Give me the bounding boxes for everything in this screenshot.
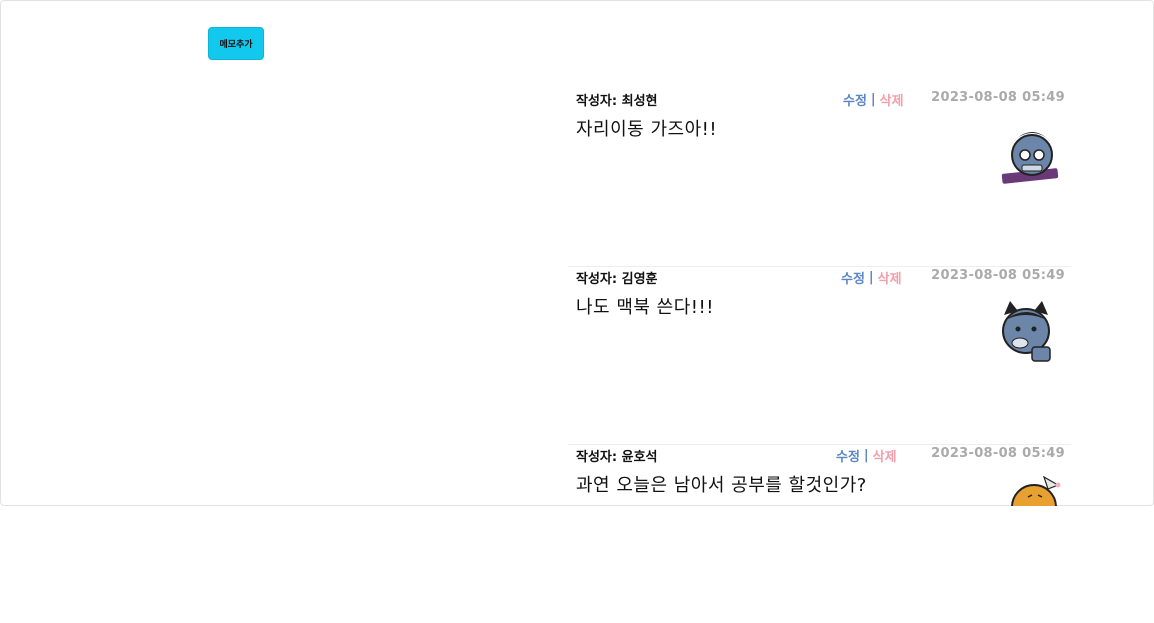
memo-date: 2023-08-08 05:49 xyxy=(931,446,1065,461)
delete-link[interactable]: 삭제 xyxy=(880,90,904,109)
ryan-laptop-sticker-icon xyxy=(1001,132,1059,184)
delete-link[interactable]: 삭제 xyxy=(873,446,897,465)
action-separator: | xyxy=(863,448,869,463)
memo-author: 작성자: 최성현 xyxy=(576,94,658,109)
action-separator: | xyxy=(870,92,876,107)
edit-link[interactable]: 수정 xyxy=(841,268,865,287)
ryan-cat-sticker-icon xyxy=(1002,301,1051,362)
edit-link[interactable]: 수정 xyxy=(836,446,860,465)
memo-date: 2023-08-08 05:49 xyxy=(931,90,1065,105)
memo-actions: 수정 | 삭제 xyxy=(843,90,904,109)
memo-content: 나도 맥북 쓴다!!! xyxy=(576,297,714,318)
memo-author: 작성자: 윤호석 xyxy=(576,450,658,465)
memo-content: 과연 오늘은 남아서 공부를 할것인가? xyxy=(576,475,867,496)
memo-item: 작성자: 최성현 수정 | 삭제 2023-08-08 05:49 자리이동 가… xyxy=(568,89,1071,267)
memo-content: 자리이동 가즈아!! xyxy=(576,119,718,140)
edit-link[interactable]: 수정 xyxy=(843,90,867,109)
memo-author: 작성자: 김영훈 xyxy=(576,272,658,287)
memo-item: 작성자: 김영훈 수정 | 삭제 2023-08-08 05:49 나도 맥북 … xyxy=(568,267,1071,445)
add-memo-button[interactable]: 메모추가 xyxy=(208,27,264,60)
delete-link[interactable]: 삭제 xyxy=(878,268,902,287)
action-separator: | xyxy=(868,270,874,285)
memo-date: 2023-08-08 05:49 xyxy=(931,268,1065,283)
memo-item: 작성자: 윤호석 수정 | 삭제 2023-08-08 05:49 과연 오늘은… xyxy=(568,445,1071,623)
memo-actions: 수정 | 삭제 xyxy=(836,446,897,465)
memo-actions: 수정 | 삭제 xyxy=(841,268,902,287)
ryan-party-hat-sticker-icon xyxy=(1011,475,1061,506)
